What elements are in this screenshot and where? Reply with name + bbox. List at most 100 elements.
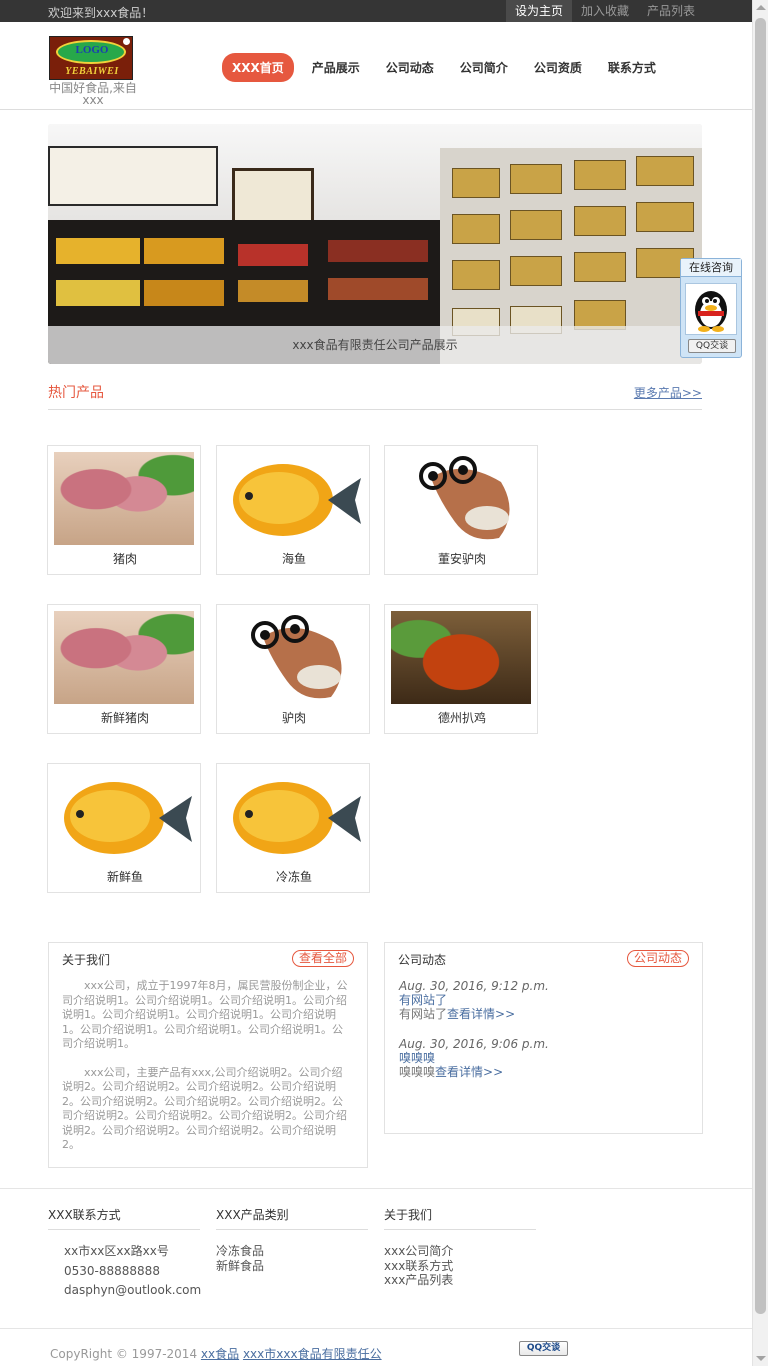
product-card[interactable]: 猪肉 [47,445,201,575]
footer-aboutus-link[interactable]: xxx联系方式 [384,1259,536,1274]
main-nav: XXX首页 产品展示 公司动态 公司简介 公司资质 联系方式 [222,53,682,82]
copyright-text: CopyRight © 1997-2014 [50,1347,198,1361]
about-paragraph: xxx公司，主要产品有xxx,公司介绍说明2。公司介绍说明2。公司介绍说明2。公… [62,1065,347,1152]
product-list-link[interactable]: 产品列表 [638,0,704,22]
copyright-link[interactable]: xx食品 [201,1347,239,1361]
footer-categories: XXX产品类别 冷冻食品 新鲜食品 [216,1206,368,1273]
nav-home[interactable]: XXX首页 [222,53,294,82]
product-image[interactable] [391,611,531,704]
banner-caption: xxx食品有限责任公司产品展示 [48,326,702,364]
news-summary-text: 嗅嗅嗅 [399,1065,436,1079]
news-item: Aug. 30, 2016, 9:12 p.m. 有网站了 有网站了查看详情>> [399,979,689,1021]
site-header: LOGO YEBAIWEI 中国好食品,来自xxx XXX首页 产品展示 公司动… [0,22,768,110]
product-name[interactable]: 董安驴肉 [385,550,539,567]
product-card[interactable]: 海鱼 [216,445,370,575]
product-image[interactable] [223,452,363,545]
hero-banner[interactable]: xxx食品有限责任公司产品展示 [48,124,702,364]
footer-aboutus-link[interactable]: xxx产品列表 [384,1273,536,1288]
copyright-company-link[interactable]: xxx市xxx食品有限责任公 [243,1347,382,1361]
product-name[interactable]: 德州扒鸡 [385,709,539,726]
news-date: Aug. 30, 2016, 9:12 p.m. [399,979,549,993]
product-card[interactable]: 德州扒鸡 [384,604,538,734]
news-detail-link[interactable]: 查看详情>> [447,1007,515,1021]
about-us-box: 关于我们 查看全部 xxx公司，成立于1997年8月，属民营股份制企业，公司介绍… [48,942,368,1168]
copyright-divider [0,1328,752,1329]
product-card[interactable]: 新鲜鱼 [47,763,201,893]
product-card[interactable]: 董安驴肉 [384,445,538,575]
product-image[interactable] [391,452,531,545]
footer-address: xx市xx区xx路xx号 [64,1244,169,1258]
add-favorite-link[interactable]: 加入收藏 [572,0,638,22]
product-name[interactable]: 海鱼 [217,550,371,567]
news-list: Aug. 30, 2016, 9:12 p.m. 有网站了 有网站了查看详情>>… [399,979,689,1095]
footer-aboutus-title: 关于我们 [384,1206,536,1230]
qq-online-consult-widget[interactable]: 在线咨询 QQ交谈 [680,258,742,358]
nav-contact[interactable]: 联系方式 [608,59,656,76]
product-image[interactable] [54,452,194,545]
scrollbar-thumb[interactable] [755,18,766,1314]
news-summary: 有网站了查看详情>> [399,1007,689,1021]
scroll-up-arrow-icon[interactable] [756,5,766,10]
logo-text: LOGO [75,44,109,56]
copyright: CopyRight © 1997-2014 xx食品 xxx市xxx食品有限责任… [50,1345,382,1362]
about-us-title: 关于我们 [62,953,111,967]
product-card[interactable]: 新鲜猪肉 [47,604,201,734]
news-headline[interactable]: 嗅嗅嗅 [399,1051,689,1065]
product-name[interactable]: 新鲜鱼 [48,868,202,885]
footer-aboutus-link[interactable]: xxx公司简介 [384,1244,536,1259]
company-news-title: 公司动态 [398,953,447,967]
product-card[interactable]: 驴肉 [216,604,370,734]
nav-news[interactable]: 公司动态 [386,59,434,76]
more-products-link[interactable]: 更多产品>> [634,384,702,401]
about-paragraph: xxx公司，成立于1997年8月，属民营股份制企业，公司介绍说明1。公司介绍说明… [62,979,348,1050]
product-image[interactable] [223,770,363,863]
footer-category-link[interactable]: 冷冻食品 [216,1244,368,1259]
news-summary-text: 有网站了 [399,1007,448,1021]
product-name[interactable]: 猪肉 [48,550,202,567]
qq-widget-title: 在线咨询 [681,259,741,277]
logo[interactable]: LOGO YEBAIWEI [49,36,133,80]
hot-products-title: 热门产品 [48,385,104,401]
product-image[interactable] [223,611,363,704]
news-headline[interactable]: 有网站了 [399,993,689,1007]
footer-email[interactable]: dasphyn@outlook.com [64,1281,201,1301]
product-image[interactable] [54,770,194,863]
welcome-text: 欢迎来到xxx食品！ [48,6,154,20]
news-date: Aug. 30, 2016, 9:06 p.m. [399,1037,549,1051]
nav-qualification[interactable]: 公司资质 [534,59,582,76]
nav-products[interactable]: 产品展示 [312,59,360,76]
product-card[interactable]: 冷冻鱼 [216,763,370,893]
qq-chat-badge[interactable]: QQ交谈 [519,1341,568,1356]
nav-about[interactable]: 公司简介 [460,59,508,76]
hot-products-header: 热门产品 更多产品>> [48,380,702,410]
vertical-scrollbar[interactable] [752,0,768,1366]
set-homepage-link[interactable]: 设为主页 [505,0,572,22]
news-item: Aug. 30, 2016, 9:06 p.m. 嗅嗅嗅 嗅嗅嗅查看详情>> [399,1037,689,1079]
news-detail-link[interactable]: 查看详情>> [435,1065,503,1079]
company-news-button[interactable]: 公司动态 [626,950,689,967]
qq-chat-button[interactable]: QQ交谈 [688,339,736,353]
footer-contact-title: XXX联系方式 [48,1206,200,1230]
footer-category-link[interactable]: 新鲜食品 [216,1259,368,1274]
footer-contact-lines: xx市xx区xx路xx号 0530-88888888 dasphyn@outlo… [48,1242,201,1301]
footer-categories-lines: 冷冻食品 新鲜食品 [216,1244,368,1273]
footer-contact: XXX联系方式 xx市xx区xx路xx号 0530-88888888 dasph… [48,1206,201,1301]
registered-mark [123,38,130,45]
logo-subtext: YEBAIWEI [65,66,119,77]
footer-categories-title: XXX产品类别 [216,1206,368,1230]
footer-divider [0,1188,752,1189]
about-us-text: xxx公司，成立于1997年8月，属民营股份制企业，公司介绍说明1。公司介绍说明… [62,979,352,1167]
top-links: 设为主页 加入收藏 产品列表 [505,0,704,22]
footer-phone: 0530-88888888 [64,1263,160,1278]
product-name[interactable]: 冷冻鱼 [217,868,371,885]
news-summary: 嗅嗅嗅查看详情>> [399,1065,689,1079]
view-all-button[interactable]: 查看全部 [291,950,354,967]
company-news-box: 公司动态 公司动态 Aug. 30, 2016, 9:12 p.m. 有网站了 … [384,942,703,1134]
scroll-down-arrow-icon[interactable] [756,1356,766,1361]
product-name[interactable]: 驴肉 [217,709,371,726]
product-image[interactable] [54,611,194,704]
product-name[interactable]: 新鲜猪肉 [48,709,202,726]
qq-penguin-icon [685,283,737,335]
top-bar: 欢迎来到xxx食品！ 设为主页 加入收藏 产品列表 [0,0,768,22]
footer-aboutus: 关于我们 xxx公司简介 xxx联系方式 xxx产品列表 [384,1206,536,1288]
